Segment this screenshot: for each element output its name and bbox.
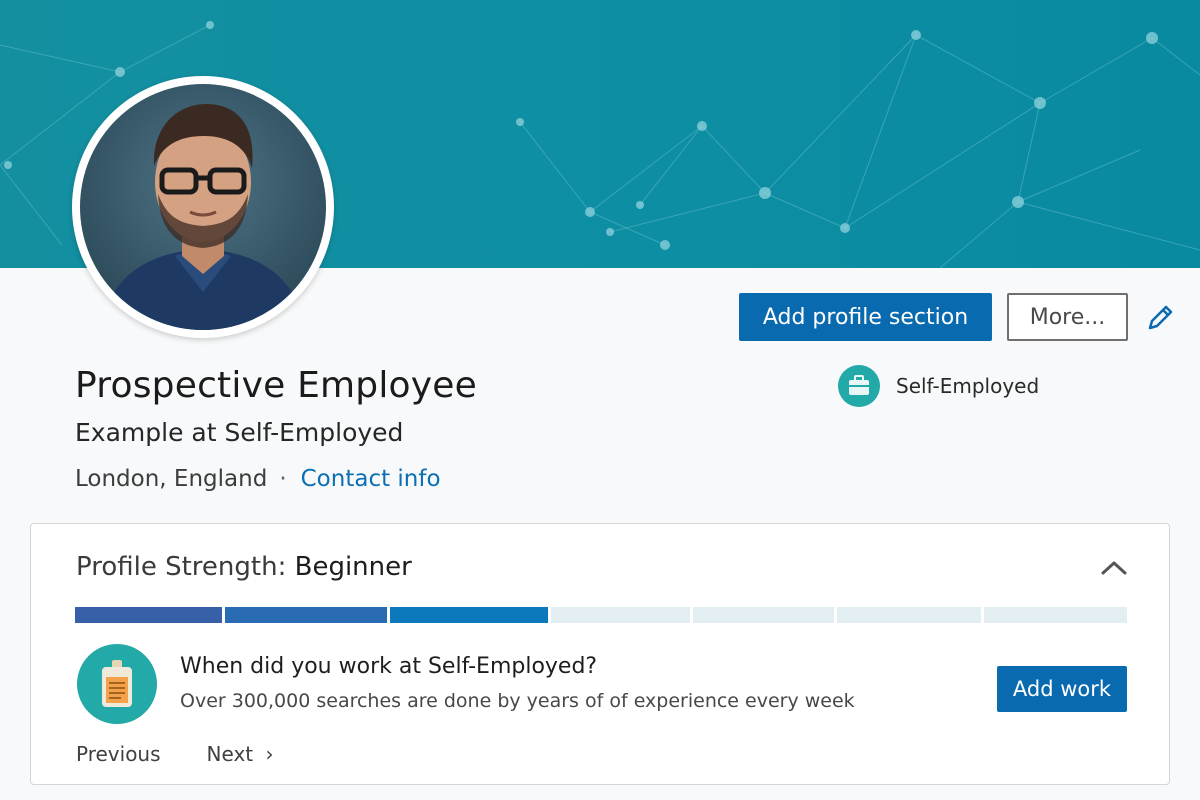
location: London, England: [75, 466, 268, 492]
profile-strength-label: Profile Strength:: [76, 552, 295, 582]
add-work-button[interactable]: Add work: [997, 666, 1127, 712]
more-button[interactable]: More...: [1007, 293, 1128, 341]
profile-strength-title: Profile Strength: Beginner: [76, 552, 412, 582]
suggestion-body: Over 300,000 searches are done by years …: [180, 690, 855, 712]
pencil-icon[interactable]: [1144, 302, 1176, 334]
next-button[interactable]: Next ›: [207, 742, 274, 766]
meter-segment: [984, 607, 1127, 623]
company-name: Self-Employed: [896, 374, 1040, 398]
id-badge-icon: [77, 644, 157, 724]
profile-strength-meter: [75, 607, 1127, 623]
suggestion-title: When did you work at Self-Employed?: [180, 654, 598, 679]
profile-strength-panel: Profile Strength: Beginner When did you …: [30, 523, 1170, 785]
location-row: London, England · Contact info: [75, 466, 441, 492]
profile-headline: Example at Self-Employed: [75, 418, 404, 447]
meter-segment: [225, 607, 387, 623]
profile-strength-level: Beginner: [294, 552, 412, 582]
add-profile-section-button[interactable]: Add profile section: [739, 293, 992, 341]
chevron-right-icon: ›: [265, 742, 274, 766]
avatar[interactable]: [80, 84, 326, 330]
briefcase-icon: [838, 365, 880, 407]
next-label: Next: [206, 742, 254, 766]
meter-segment: [693, 607, 834, 623]
meter-segment: [551, 607, 690, 623]
meter-segment: [837, 607, 981, 623]
meter-segment: [390, 607, 548, 623]
person-photo-icon: [100, 104, 306, 330]
meter-segment: [75, 607, 222, 623]
separator: ·: [279, 466, 287, 492]
previous-button[interactable]: Previous: [76, 742, 161, 766]
contact-info-link[interactable]: Contact info: [301, 466, 441, 492]
suggestion-pager: Previous Next ›: [76, 742, 273, 766]
current-company[interactable]: Self-Employed: [838, 364, 1039, 408]
chevron-up-icon[interactable]: [1099, 558, 1129, 578]
profile-name: Prospective Employee: [75, 365, 477, 406]
